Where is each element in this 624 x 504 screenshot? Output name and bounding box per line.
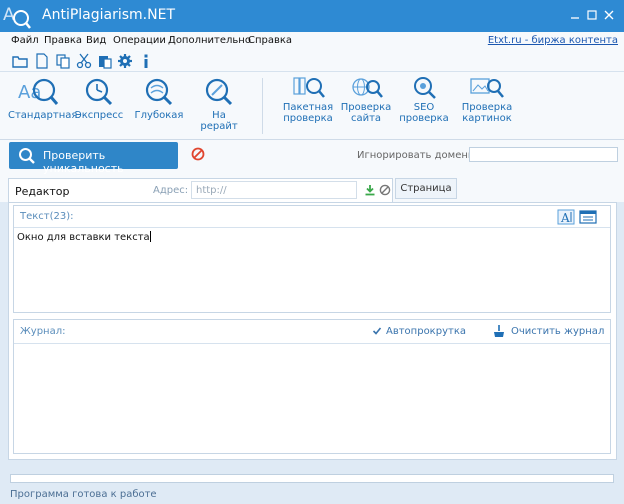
maximize-icon[interactable] xyxy=(583,6,601,24)
quick-toolbar xyxy=(0,50,624,72)
menu-item-operations[interactable]: Операции xyxy=(113,35,166,46)
address-input[interactable]: http:// xyxy=(191,181,357,199)
image-check-label-1: Проверка xyxy=(461,102,513,113)
image-check-label-2: картинок xyxy=(462,113,512,124)
standard-check-button[interactable]: Aa Стандартная xyxy=(8,76,77,121)
menu-bar: Файл Правка Вид Операции Дополнительно С… xyxy=(0,32,624,50)
express-check-label: Экспресс xyxy=(74,110,124,121)
check-uniqueness-button[interactable]: Проверить уникальность xyxy=(9,142,178,175)
menu-item-extra[interactable]: Дополнительно xyxy=(168,35,251,46)
site-check-icon xyxy=(352,78,383,98)
cancel-icon[interactable] xyxy=(379,184,391,196)
text-input-area[interactable]: Окно для вставки текста xyxy=(17,231,151,243)
progress-bar xyxy=(10,474,614,483)
express-check-button[interactable]: Экспресс xyxy=(74,76,124,121)
tab-editor[interactable]: Редактор Адрес: http:// xyxy=(8,178,393,203)
search-icon xyxy=(19,148,35,164)
address-label: Адрес: xyxy=(153,185,189,196)
window-title: AntiPlagiarism.NET xyxy=(42,7,175,23)
copy-icon[interactable] xyxy=(55,53,71,69)
clear-log-icon[interactable] xyxy=(492,324,506,338)
site-check-label-1: Проверка xyxy=(340,102,392,113)
text-panel-icon[interactable] xyxy=(579,209,597,225)
seo-check-label-2: проверка xyxy=(399,113,449,124)
rewrite-check-button[interactable]: На рерайт xyxy=(192,76,246,132)
text-content: Окно для вставки текста xyxy=(17,232,150,243)
image-check-button[interactable]: Проверка картинок xyxy=(459,76,515,124)
seo-check-label-1: SEO xyxy=(413,102,435,113)
seo-check-button[interactable]: SEO проверка xyxy=(399,76,449,124)
log-header: Журнал: Автопрокрутка Очистить журнал xyxy=(14,320,610,344)
etxt-link[interactable]: Etxt.ru - биржа контента xyxy=(488,35,618,46)
batch-check-label-2: проверка xyxy=(283,113,333,124)
batch-check-icon xyxy=(293,77,325,98)
seo-check-icon xyxy=(414,77,436,99)
site-check-label-2: сайта xyxy=(350,113,382,124)
log-label: Журнал: xyxy=(20,326,66,337)
status-text: Программа готова к работе xyxy=(10,489,157,500)
info-icon[interactable] xyxy=(138,53,154,69)
ribbon: Aa Стандартная Экспресс Глубокая На рера… xyxy=(0,72,624,140)
deep-check-button[interactable]: Глубокая xyxy=(134,76,184,121)
cut-icon[interactable] xyxy=(76,53,92,69)
download-icon[interactable] xyxy=(364,184,376,196)
menu-item-help[interactable]: Справка xyxy=(248,35,292,46)
settings-gear-icon[interactable] xyxy=(117,53,133,69)
deep-check-icon xyxy=(145,78,173,106)
text-count-label: Текст(23): xyxy=(20,211,74,222)
image-check-icon xyxy=(470,78,504,98)
rewrite-check-label: На рерайт xyxy=(200,110,238,132)
menu-item-file[interactable]: Файл xyxy=(11,35,39,46)
folder-open-icon[interactable] xyxy=(12,53,28,69)
paste-icon[interactable] xyxy=(97,53,113,69)
deep-check-label: Глубокая xyxy=(134,110,184,121)
svg-text:A: A xyxy=(560,211,570,225)
app-logo-icon: A xyxy=(3,5,31,29)
tab-editor-label: Редактор xyxy=(15,185,70,198)
text-format-icon[interactable]: A xyxy=(557,209,575,225)
site-check-button[interactable]: Проверка сайта xyxy=(340,76,392,124)
standard-check-icon: Aa xyxy=(18,78,59,105)
ignore-domains-input[interactable] xyxy=(469,147,618,162)
text-header: Текст(23): A xyxy=(14,206,610,228)
rewrite-check-icon xyxy=(205,78,233,106)
ignore-domains-label: Игнорировать домены: xyxy=(357,150,480,161)
close-icon[interactable] xyxy=(600,6,618,24)
express-check-icon xyxy=(85,78,113,106)
autoscroll-label[interactable]: Автопрокрутка xyxy=(386,326,466,337)
new-file-icon[interactable] xyxy=(34,53,50,69)
text-box: Текст(23): A Окно для вставки текста xyxy=(13,205,611,313)
stop-icon[interactable] xyxy=(191,147,205,161)
title-bar: A AntiPlagiarism.NET xyxy=(0,0,624,32)
ribbon-separator xyxy=(262,78,263,134)
batch-check-label-1: Пакетная xyxy=(282,102,334,113)
standard-check-label: Стандартная xyxy=(8,110,78,121)
svg-text:Aa: Aa xyxy=(18,82,41,103)
svg-text:A: A xyxy=(3,5,15,25)
clear-log-button[interactable]: Очистить журнал xyxy=(511,326,604,337)
menu-item-view[interactable]: Вид xyxy=(86,35,106,46)
check-uniqueness-label: Проверить уникальность xyxy=(43,149,124,175)
autoscroll-checkbox[interactable] xyxy=(372,326,382,336)
menu-item-edit[interactable]: Правка xyxy=(44,35,82,46)
log-box: Журнал: Автопрокрутка Очистить журнал xyxy=(13,319,611,454)
batch-check-button[interactable]: Пакетная проверка xyxy=(282,76,334,124)
tab-page[interactable]: Страница xyxy=(395,178,457,199)
minimize-icon[interactable] xyxy=(566,6,584,24)
text-caret xyxy=(149,231,151,242)
